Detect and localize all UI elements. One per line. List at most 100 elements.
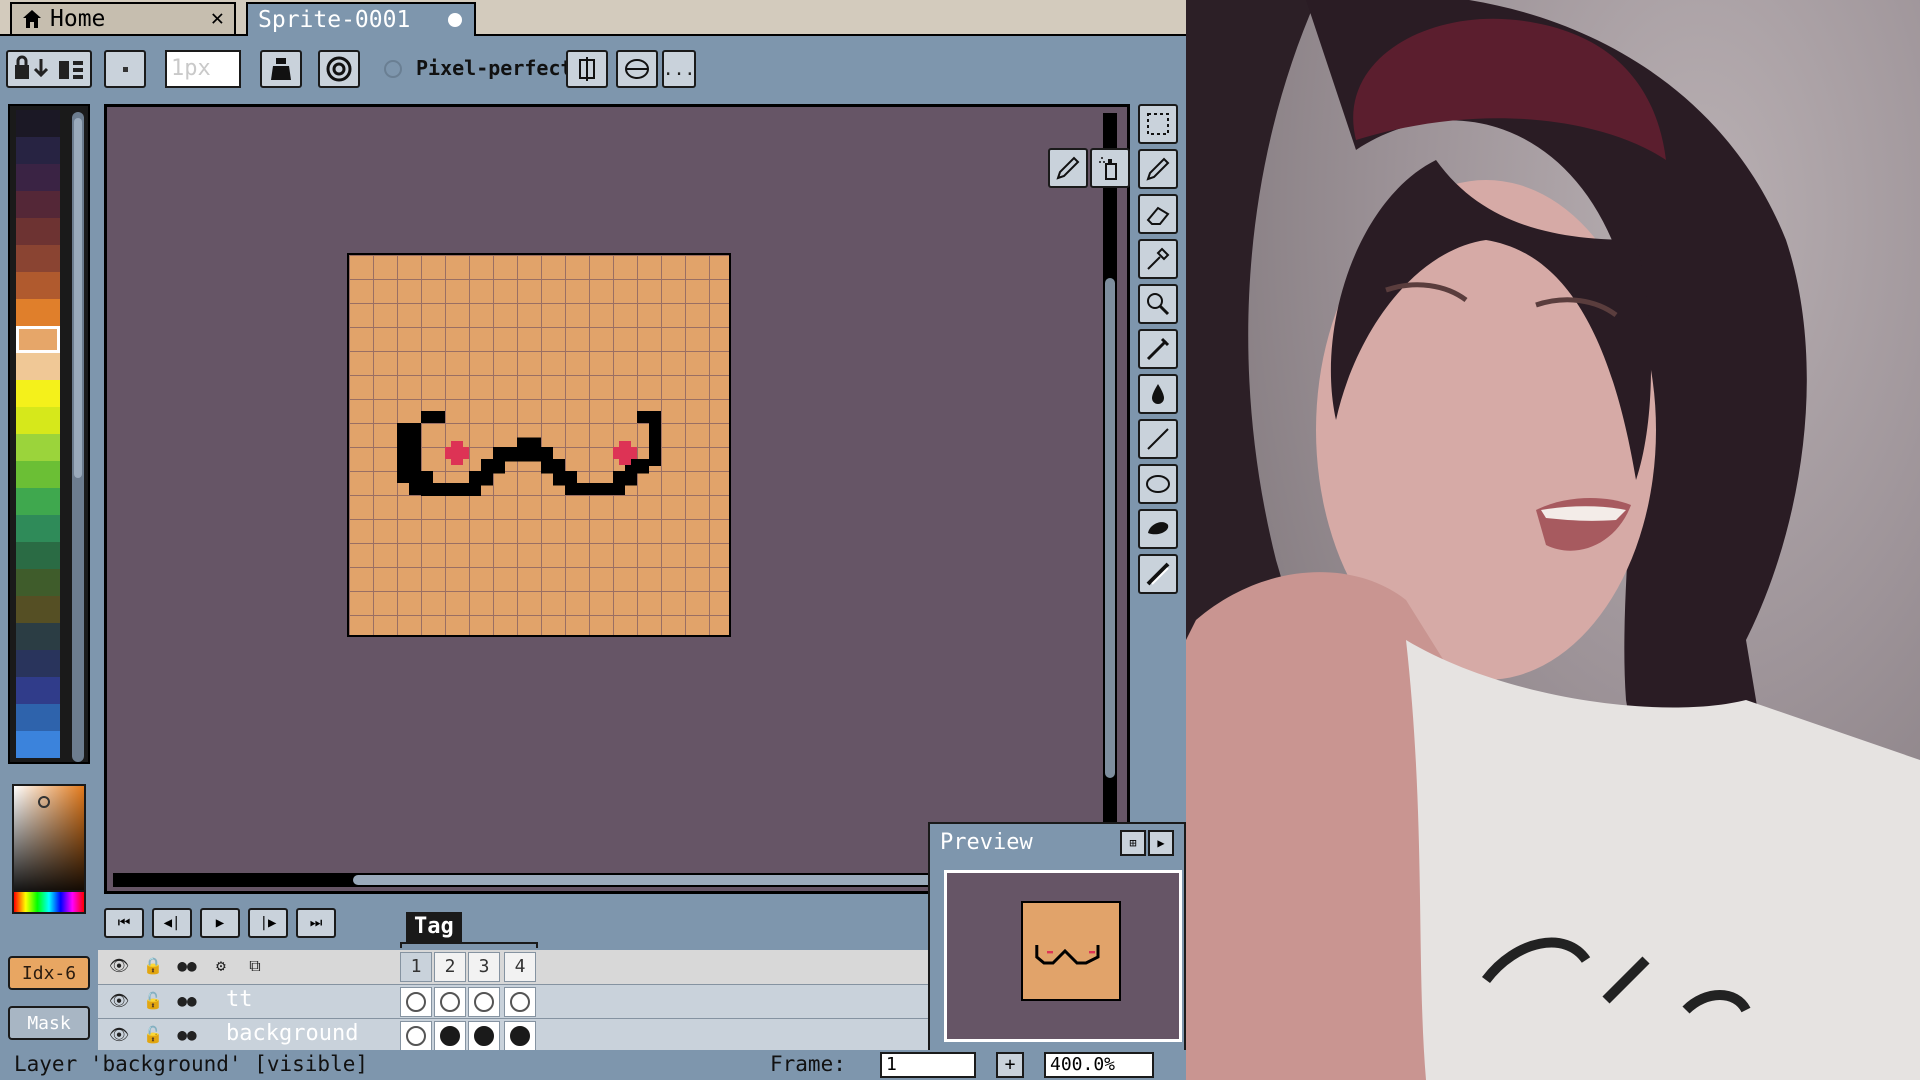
layer-row-background[interactable]: 👁 🔓 ●● background (98, 1018, 928, 1052)
brush-type-button[interactable] (104, 50, 146, 88)
pixel-perfect-checkbox[interactable] (384, 60, 402, 78)
cel[interactable] (468, 1021, 500, 1051)
cel[interactable] (434, 1021, 466, 1051)
sprite-canvas[interactable] (347, 253, 731, 637)
next-frame-icon[interactable]: |▶ (248, 908, 288, 938)
palette-swatch[interactable] (16, 137, 60, 164)
more-options-button[interactable]: ... (662, 50, 696, 88)
palette-swatch[interactable] (16, 488, 60, 515)
play-icon[interactable]: ▶ (200, 908, 240, 938)
layer-continuous-icon[interactable]: ●● (174, 1025, 200, 1047)
cel[interactable] (400, 1021, 432, 1051)
hue-slider[interactable] (12, 890, 86, 914)
frame-header-3[interactable]: 3 (468, 952, 500, 982)
palette-swatch[interactable] (16, 299, 60, 326)
palette-swatch[interactable] (16, 407, 60, 434)
palette-swatch[interactable] (16, 623, 60, 650)
palette-swatch[interactable] (16, 110, 60, 137)
palette-swatch[interactable] (16, 218, 60, 245)
vertical-scroll-thumb[interactable] (1105, 278, 1115, 778)
palette-swatch[interactable] (16, 353, 60, 380)
palette-swatch[interactable] (16, 272, 60, 299)
palette-scroll-thumb[interactable] (74, 118, 82, 478)
layer-lock-icon[interactable]: 🔓 (140, 991, 166, 1013)
cel[interactable] (400, 987, 432, 1017)
palette-swatch[interactable] (16, 596, 60, 623)
center-icon[interactable]: ⊞ (1120, 830, 1146, 856)
palette-swatch[interactable] (16, 677, 60, 704)
preview-window[interactable]: Preview ⊞ ▶ (928, 822, 1186, 1052)
frame-header-4[interactable]: 4 (504, 952, 536, 982)
lock-icon[interactable]: 🔒 (140, 956, 166, 978)
layer-row-tt[interactable]: 👁 🔓 ●● tt (98, 984, 928, 1018)
play-preview-icon[interactable]: ▶ (1148, 830, 1174, 856)
palette-swatch[interactable] (16, 434, 60, 461)
line-icon[interactable] (1138, 419, 1178, 459)
last-frame-icon[interactable]: ⏭ (296, 908, 336, 938)
contour-icon[interactable] (1138, 509, 1178, 549)
cel[interactable] (504, 987, 536, 1017)
ellipse-icon[interactable] (1138, 464, 1178, 504)
palette-swatch[interactable] (16, 650, 60, 677)
palette-swatch[interactable] (16, 515, 60, 542)
palette-swatch[interactable] (16, 164, 60, 191)
palette-swatch[interactable] (16, 542, 60, 569)
cel[interactable] (434, 987, 466, 1017)
move-icon[interactable] (1138, 329, 1178, 369)
palette-swatch[interactable] (16, 461, 60, 488)
color-index-button[interactable]: Idx-6 (8, 956, 90, 990)
gear-icon[interactable]: ⚙ (208, 956, 234, 978)
vertical-scrollbar[interactable] (1103, 113, 1117, 883)
palette-scrollbar[interactable] (72, 112, 84, 762)
layer-name[interactable]: background (226, 1021, 358, 1046)
tag-label[interactable]: Tag (406, 912, 462, 942)
layer-name[interactable]: tt (226, 987, 253, 1012)
previous-frame-icon[interactable]: ◀| (152, 908, 192, 938)
palette-swatch[interactable] (16, 326, 60, 353)
add-frame-button[interactable]: + (996, 1052, 1024, 1078)
layer-lock-icon[interactable]: 🔓 (140, 1025, 166, 1047)
frame-input[interactable]: 1 (880, 1052, 976, 1078)
layer-continuous-icon[interactable]: ●● (174, 991, 200, 1013)
cel[interactable] (468, 987, 500, 1017)
tools-toolbar (1138, 104, 1182, 599)
pencil-tool-icon[interactable] (1138, 149, 1178, 189)
canvas-editor[interactable] (104, 104, 1130, 894)
close-icon[interactable]: ✕ (211, 6, 224, 31)
eyedropper-icon[interactable] (1138, 239, 1178, 279)
tab-sprite[interactable]: Sprite-0001 (246, 2, 476, 36)
blur-icon[interactable] (1138, 554, 1178, 594)
layer-visibility-icon[interactable]: 👁 (106, 1025, 132, 1047)
spray-icon[interactable] (1090, 148, 1130, 188)
opacity-icon[interactable] (318, 50, 360, 88)
eraser-icon[interactable] (1138, 194, 1178, 234)
paint-bucket-icon[interactable] (1138, 374, 1178, 414)
tiled-mode-icon[interactable] (616, 50, 658, 88)
rectangle-marquee-icon[interactable] (1138, 104, 1178, 144)
palette-swatch[interactable] (16, 731, 60, 758)
palette-swatch[interactable] (16, 704, 60, 731)
lock-layer-icon[interactable] (6, 50, 92, 88)
first-frame-icon[interactable]: ⏮ (104, 908, 144, 938)
brush-size-input[interactable]: 1px (165, 50, 241, 88)
cel[interactable] (504, 1021, 536, 1051)
zoom-input[interactable]: 400.0% (1044, 1052, 1154, 1078)
frame-header-2[interactable]: 2 (434, 952, 466, 982)
color-picker-cursor[interactable] (38, 796, 50, 808)
tab-home[interactable]: Home ✕ (10, 2, 236, 34)
symmetry-icon[interactable] (566, 50, 608, 88)
palette-swatch[interactable] (16, 380, 60, 407)
onion-skin-icon[interactable]: ⧉ (242, 956, 268, 978)
frame-header-1[interactable]: 1 (400, 952, 432, 982)
color-picker-sv[interactable] (12, 784, 86, 902)
continuous-icon[interactable]: ●● (174, 956, 200, 978)
palette-swatch[interactable] (16, 569, 60, 596)
palette-swatch[interactable] (16, 191, 60, 218)
ink-bucket-icon[interactable] (260, 50, 302, 88)
palette-swatch[interactable] (16, 245, 60, 272)
layer-visibility-icon[interactable]: 👁 (106, 991, 132, 1013)
pencil-icon[interactable] (1048, 148, 1088, 188)
eye-icon[interactable]: 👁 (106, 956, 132, 978)
zoom-icon[interactable] (1138, 284, 1178, 324)
mask-color-button[interactable]: Mask (8, 1006, 90, 1040)
